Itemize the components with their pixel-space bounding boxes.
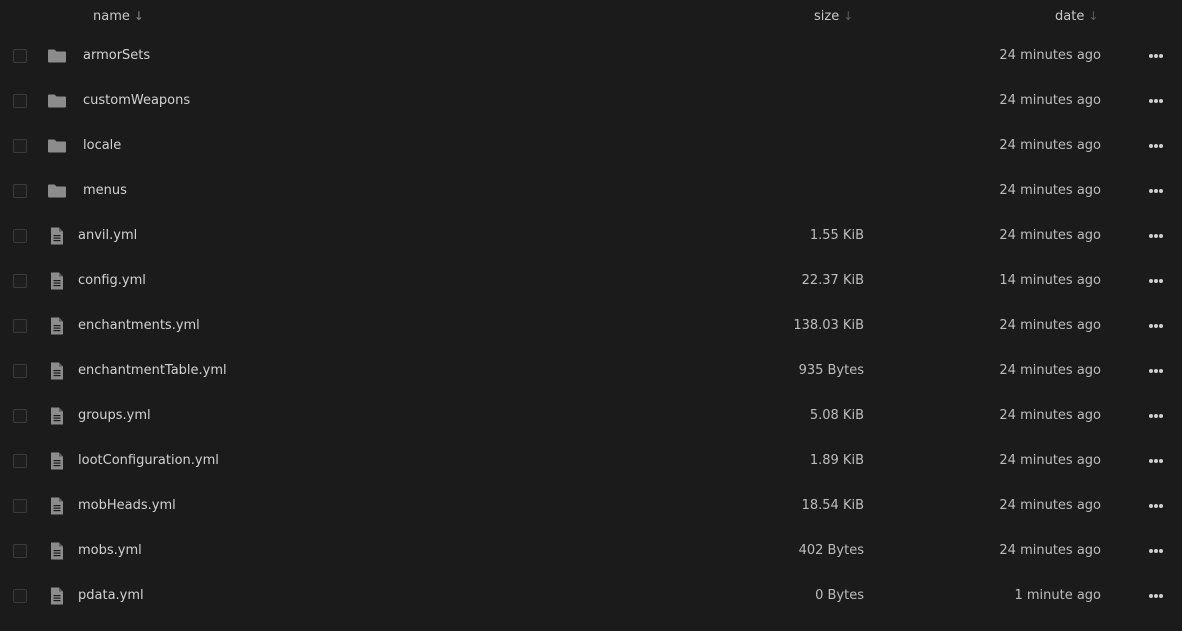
file-list: armorSets 24 minutes ago customWeapons 2…	[0, 33, 1182, 618]
more-options-icon[interactable]	[1146, 183, 1166, 199]
row-checkbox[interactable]	[13, 139, 27, 153]
file-modified-date: 24 minutes ago	[999, 228, 1101, 243]
file-modified-date: 24 minutes ago	[999, 363, 1101, 378]
more-options-icon[interactable]	[1146, 318, 1166, 334]
file-row[interactable]: mobHeads.yml 18.54 KiB 24 minutes ago	[0, 483, 1182, 528]
row-checkbox[interactable]	[13, 229, 27, 243]
file-name[interactable]: mobs.yml	[78, 542, 142, 559]
file-icon	[47, 541, 67, 561]
file-size: 138.03 KiB	[793, 318, 864, 333]
file-icon	[47, 271, 67, 291]
file-modified-date: 24 minutes ago	[999, 138, 1101, 153]
size-header-label: size	[814, 9, 840, 24]
folder-row[interactable]: customWeapons 24 minutes ago	[0, 78, 1182, 123]
file-name[interactable]: enchantments.yml	[78, 317, 200, 334]
file-size: 18.54 KiB	[801, 498, 864, 513]
file-name[interactable]: config.yml	[78, 272, 146, 289]
file-modified-date: 24 minutes ago	[999, 498, 1101, 513]
file-modified-date: 24 minutes ago	[999, 183, 1101, 198]
file-icon	[47, 361, 67, 381]
file-icon	[47, 406, 67, 426]
file-name[interactable]: lootConfiguration.yml	[78, 452, 219, 469]
more-options-icon[interactable]	[1146, 138, 1166, 154]
more-options-icon[interactable]	[1146, 48, 1166, 64]
more-options-icon[interactable]	[1146, 93, 1166, 109]
more-options-icon[interactable]	[1146, 408, 1166, 424]
file-name[interactable]: pdata.yml	[78, 587, 144, 604]
file-modified-date: 24 minutes ago	[999, 318, 1101, 333]
folder-row[interactable]: locale 24 minutes ago	[0, 123, 1182, 168]
file-row[interactable]: pdata.yml 0 Bytes 1 minute ago	[0, 573, 1182, 618]
file-modified-date: 1 minute ago	[1014, 588, 1101, 603]
more-options-icon[interactable]	[1146, 363, 1166, 379]
file-row[interactable]: enchantments.yml 138.03 KiB 24 minutes a…	[0, 303, 1182, 348]
date-header-label: date	[1055, 9, 1085, 24]
file-row[interactable]: config.yml 22.37 KiB 14 minutes ago	[0, 258, 1182, 303]
folder-row[interactable]: armorSets 24 minutes ago	[0, 33, 1182, 78]
file-size: 1.55 KiB	[809, 228, 864, 243]
folder-icon	[47, 46, 67, 66]
file-table: name ↓ size ↓ date ↓ armorSets 24 minutes a…	[0, 0, 1182, 631]
row-checkbox[interactable]	[13, 544, 27, 558]
more-options-icon[interactable]	[1146, 498, 1166, 514]
folder-icon	[47, 181, 67, 201]
file-name[interactable]: customWeapons	[83, 92, 190, 109]
file-modified-date: 24 minutes ago	[999, 93, 1101, 108]
file-row[interactable]: groups.yml 5.08 KiB 24 minutes ago	[0, 393, 1182, 438]
row-checkbox[interactable]	[13, 409, 27, 423]
file-name[interactable]: locale	[83, 137, 121, 154]
sort-arrow-down-icon: ↓	[843, 9, 854, 23]
file-modified-date: 24 minutes ago	[999, 453, 1101, 468]
file-row[interactable]: anvil.yml 1.55 KiB 24 minutes ago	[0, 213, 1182, 258]
more-options-icon[interactable]	[1146, 588, 1166, 604]
file-icon	[47, 316, 67, 336]
file-row[interactable]: mobs.yml 402 Bytes 24 minutes ago	[0, 528, 1182, 573]
row-checkbox[interactable]	[13, 184, 27, 198]
row-checkbox[interactable]	[13, 94, 27, 108]
file-name[interactable]: armorSets	[83, 47, 150, 64]
file-name[interactable]: mobHeads.yml	[78, 497, 176, 514]
file-icon	[47, 496, 67, 516]
folder-row[interactable]: menus 24 minutes ago	[0, 168, 1182, 213]
table-header: name ↓ size ↓ date ↓	[0, 0, 1182, 33]
file-row[interactable]: lootConfiguration.yml 1.89 KiB 24 minute…	[0, 438, 1182, 483]
file-size: 5.08 KiB	[809, 408, 864, 423]
file-modified-date: 24 minutes ago	[999, 543, 1101, 558]
sort-arrow-down-icon: ↓	[133, 9, 144, 23]
file-modified-date: 14 minutes ago	[999, 273, 1101, 288]
row-checkbox[interactable]	[13, 499, 27, 513]
file-icon	[47, 226, 67, 246]
file-name[interactable]: menus	[83, 182, 127, 199]
more-options-icon[interactable]	[1146, 273, 1166, 289]
file-size: 1.89 KiB	[809, 453, 864, 468]
folder-icon	[47, 136, 67, 156]
more-options-icon[interactable]	[1146, 543, 1166, 559]
file-name[interactable]: anvil.yml	[78, 227, 137, 244]
file-icon	[47, 586, 67, 606]
row-checkbox[interactable]	[13, 589, 27, 603]
row-checkbox[interactable]	[13, 274, 27, 288]
file-modified-date: 24 minutes ago	[999, 48, 1101, 63]
file-modified-date: 24 minutes ago	[999, 408, 1101, 423]
more-options-icon[interactable]	[1146, 453, 1166, 469]
file-size: 402 Bytes	[798, 543, 864, 558]
file-size: 22.37 KiB	[801, 273, 864, 288]
file-name[interactable]: enchantmentTable.yml	[78, 362, 227, 379]
file-size: 935 Bytes	[798, 363, 864, 378]
sort-arrow-down-icon: ↓	[1088, 9, 1099, 23]
file-icon	[47, 451, 67, 471]
row-checkbox[interactable]	[13, 364, 27, 378]
sort-by-size-header[interactable]: size ↓	[814, 8, 853, 25]
more-options-icon[interactable]	[1146, 228, 1166, 244]
file-name[interactable]: groups.yml	[78, 407, 151, 424]
name-header-label: name	[93, 9, 130, 24]
sort-by-date-header[interactable]: date ↓	[1055, 8, 1098, 25]
sort-by-name-header[interactable]: name ↓	[93, 8, 144, 25]
row-checkbox[interactable]	[13, 49, 27, 63]
file-size: 0 Bytes	[815, 588, 864, 603]
row-checkbox[interactable]	[13, 319, 27, 333]
row-checkbox[interactable]	[13, 454, 27, 468]
file-row[interactable]: enchantmentTable.yml 935 Bytes 24 minute…	[0, 348, 1182, 393]
folder-icon	[47, 91, 67, 111]
